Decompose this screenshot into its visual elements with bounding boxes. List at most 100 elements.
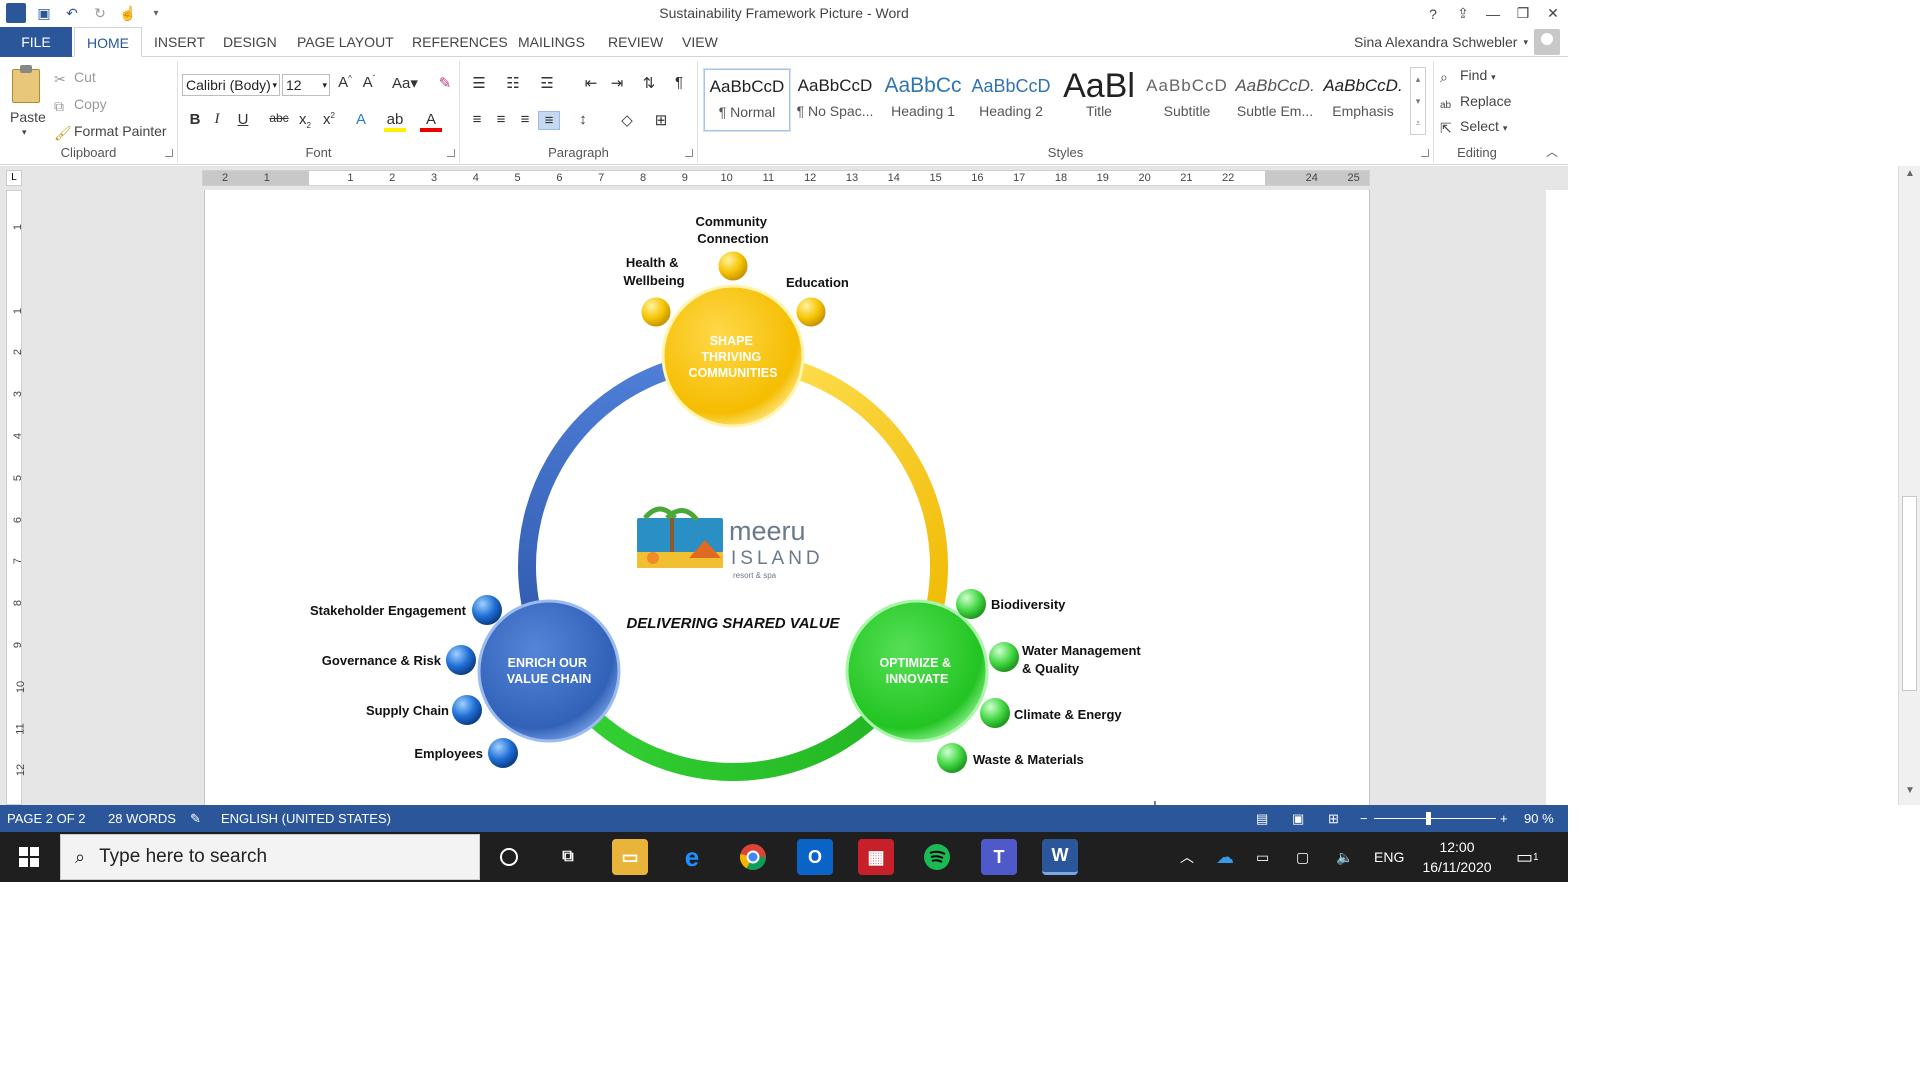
justify-icon[interactable]: ≡ [538,111,560,130]
user-account[interactable]: Sina Alexandra Schwebler ▾ [1354,27,1560,57]
collapse-ribbon-icon[interactable]: ︿ [1546,143,1558,160]
align-left-icon[interactable]: ≡ [466,111,488,128]
tab-home[interactable]: HOME [74,27,142,57]
minimize-icon[interactable]: — [1478,0,1508,27]
sort-icon[interactable]: ⇅ [638,74,660,92]
ribbon-display-options-icon[interactable]: ⇪ [1448,0,1478,27]
scroll-down-icon[interactable]: ▼ [1899,785,1920,803]
align-right-icon[interactable]: ≡ [514,111,536,128]
paragraph-launcher-icon[interactable] [685,149,693,157]
underline-icon[interactable]: U [232,111,254,128]
show-formatting-icon[interactable]: ¶ [668,74,690,91]
file-explorer-icon[interactable]: ▭ [612,839,648,875]
font-launcher-icon[interactable] [447,149,455,157]
proofing-icon[interactable]: ✎ [190,811,201,827]
task-view-icon[interactable]: ⧉ [550,839,586,875]
spotify-icon[interactable] [919,839,955,875]
network-icon[interactable]: ▢ [1296,832,1309,882]
teams-icon[interactable]: T [981,839,1017,875]
zoom-level[interactable]: 90 % [1524,811,1554,826]
outlook-icon[interactable]: O [797,839,833,875]
page-count[interactable]: PAGE 2 OF 2 [7,811,86,826]
style-title[interactable]: AaBl Title [1056,69,1142,131]
tab-file[interactable]: FILE [0,27,72,57]
show-hidden-icons[interactable]: ︿ [1180,832,1194,882]
grow-font-icon[interactable]: A^ [334,74,356,91]
cut-button[interactable]: ✂ Cut [54,69,96,87]
shading-icon[interactable]: ◇ [616,111,638,129]
highlight-icon[interactable]: ab [384,111,406,132]
bullets-icon[interactable]: ☰ [468,74,490,92]
clear-formatting-icon[interactable]: ✎ [434,74,456,92]
tab-mailings[interactable]: MAILINGS [518,27,585,57]
style-subtitle[interactable]: AaBbCcD Subtitle [1144,69,1230,131]
text-effects-icon[interactable]: A [350,111,372,128]
italic-icon[interactable]: I [206,111,228,128]
word-taskbar-icon[interactable]: W [1042,839,1078,875]
sustainability-diagram[interactable]: SHAPE THRIVING COMMUNITIES ENRICH OUR VA… [205,190,1371,805]
decrease-indent-icon[interactable]: ⇤ [580,74,602,92]
battery-icon[interactable]: ▭ [1256,832,1269,882]
multilevel-list-icon[interactable]: ☲ [536,74,558,92]
zoom-in-icon[interactable]: + [1500,811,1508,826]
format-painter-button[interactable]: 🖌 Format Painter [54,123,167,141]
style-no-spacing[interactable]: AaBbCcD ¶ No Spac... [792,69,878,131]
hub-optimize-innovate[interactable] [845,599,989,743]
select-button[interactable]: ⇱ Select ▾ [1440,118,1507,136]
print-layout-icon[interactable]: ▣ [1292,811,1304,827]
tab-view[interactable]: VIEW [682,27,718,57]
scroll-thumb[interactable] [1902,496,1917,691]
font-name-select[interactable]: Calibri (Body) ▾ [182,74,280,96]
replace-button[interactable]: ab Replace [1440,93,1511,114]
language-status[interactable]: ENGLISH (UNITED STATES) [221,811,391,826]
style-normal[interactable]: AaBbCcD ¶ Normal [703,68,791,132]
cortana-icon[interactable] [491,839,527,875]
clock[interactable]: 12:00 16/11/2020 [1412,837,1502,877]
start-button[interactable] [0,832,58,882]
chrome-icon[interactable] [735,839,771,875]
security-app-icon[interactable]: ▦ [858,839,894,875]
font-size-select[interactable]: 12 ▾ [282,74,330,96]
document-page[interactable]: SHAPE THRIVING COMMUNITIES ENRICH OUR VA… [204,190,1370,805]
tab-design[interactable]: DESIGN [223,27,277,57]
clipboard-launcher-icon[interactable] [165,149,173,157]
read-mode-icon[interactable]: ▤ [1256,811,1268,827]
style-heading-1[interactable]: AaBbCc Heading 1 [880,69,966,131]
superscript-icon[interactable]: x2 [318,111,340,128]
hub-value-chain[interactable] [477,599,621,743]
change-case-button[interactable]: Aa▾ [388,74,422,92]
subscript-icon[interactable]: x2 [294,111,316,130]
onedrive-icon[interactable]: ☁ [1216,832,1234,882]
close-icon[interactable]: ✕ [1538,0,1568,27]
vertical-scrollbar[interactable]: ▲ ▼ [1898,166,1920,805]
edge-icon[interactable]: e [674,839,710,875]
strikethrough-icon[interactable]: abc [268,111,290,125]
bold-icon[interactable]: B [184,111,206,128]
shrink-font-icon[interactable]: Aˇ [358,74,380,91]
web-layout-icon[interactable]: ⊞ [1328,811,1339,827]
tab-insert[interactable]: INSERT [154,27,205,57]
font-color-icon[interactable]: A [420,111,442,132]
restore-icon[interactable]: ❐ [1508,0,1538,27]
input-language[interactable]: ENG [1374,832,1404,882]
help-icon[interactable]: ? [1418,0,1448,27]
tab-review[interactable]: REVIEW [608,27,663,57]
paste-button[interactable]: Paste ▾ [6,65,48,145]
styles-scroll[interactable]: ▴ ▾ ⩡ [1410,67,1426,135]
document-canvas[interactable]: SHAPE THRIVING COMMUNITIES ENRICH OUR VA… [28,190,1546,805]
zoom-out-icon[interactable]: − [1360,811,1368,826]
line-spacing-icon[interactable]: ↕ [572,111,594,128]
tab-references[interactable]: REFERENCES [412,27,508,57]
numbering-icon[interactable]: ☷ [502,74,524,92]
find-button[interactable]: ⌕ Find ▾ [1440,67,1496,85]
style-subtle-emphasis[interactable]: AaBbCcD. Subtle Em... [1232,69,1318,131]
notifications-icon[interactable]: ▭ 1 [1516,832,1539,882]
word-count[interactable]: 28 WORDS [108,811,176,826]
tab-selector[interactable]: L [6,170,22,186]
increase-indent-icon[interactable]: ⇥ [606,74,628,92]
borders-icon[interactable]: ⊞ [650,111,672,129]
zoom-slider-thumb[interactable] [1426,812,1431,825]
taskbar-search[interactable]: ⌕ Type here to search [60,834,480,880]
scroll-up-icon[interactable]: ▲ [1899,168,1920,186]
zoom-slider[interactable] [1374,812,1496,825]
